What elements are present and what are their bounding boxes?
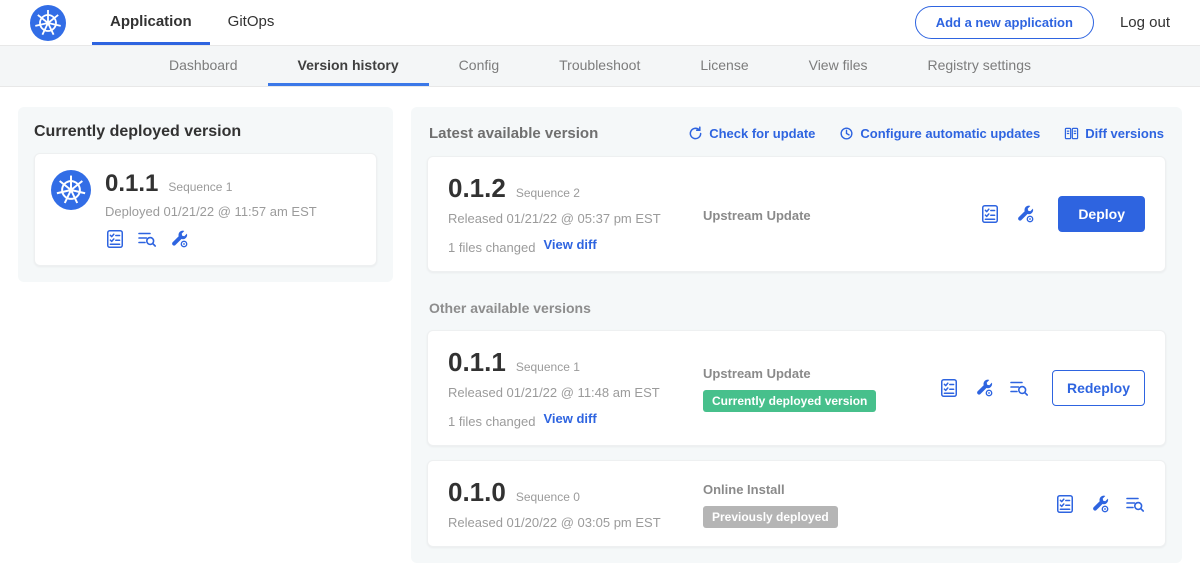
version-sequence: Sequence 2: [516, 186, 580, 200]
subnav-license[interactable]: License: [670, 46, 778, 86]
config-values-icon[interactable]: [1090, 494, 1110, 514]
version-sequence: Sequence 1: [516, 360, 580, 374]
top-nav: Application GitOps: [92, 0, 292, 45]
currently-deployed-badge: Currently deployed version: [703, 390, 876, 412]
view-diff-link[interactable]: View diff: [543, 411, 596, 426]
deployed-version-number: 0.1.1: [105, 170, 158, 198]
version-number: 0.1.1: [448, 347, 506, 378]
tab-gitops-label: GitOps: [228, 13, 275, 30]
version-card-0-1-1: 0.1.1 Sequence 1 Released 01/21/22 @ 11:…: [427, 330, 1166, 446]
diff-icon: [1064, 126, 1079, 141]
version-source: Online Install: [703, 482, 785, 497]
check-for-update-link[interactable]: Check for update: [688, 126, 815, 141]
config-values-icon[interactable]: [974, 378, 994, 398]
deployed-panel-title: Currently deployed version: [34, 123, 377, 141]
previously-deployed-badge: Previously deployed: [703, 506, 838, 528]
subnav-dashboard[interactable]: Dashboard: [139, 46, 268, 86]
version-released: Released 01/20/22 @ 03:05 pm EST: [448, 515, 703, 530]
tab-gitops[interactable]: GitOps: [210, 0, 293, 45]
view-diff-link[interactable]: View diff: [543, 237, 596, 252]
configure-updates-label: Configure automatic updates: [860, 126, 1040, 141]
subnav-version-history[interactable]: Version history: [268, 46, 429, 86]
app-logo-icon: [51, 170, 91, 210]
version-number: 0.1.2: [448, 173, 506, 204]
redeploy-button[interactable]: Redeploy: [1052, 370, 1145, 406]
diff-versions-label: Diff versions: [1085, 126, 1164, 141]
subnav-config[interactable]: Config: [429, 46, 529, 86]
tab-application[interactable]: Application: [92, 0, 210, 45]
logout-link[interactable]: Log out: [1120, 14, 1170, 31]
release-notes-icon[interactable]: [980, 204, 1000, 224]
main-content: Currently deployed version: [0, 87, 1200, 583]
top-header: Application GitOps Add a new application…: [0, 0, 1200, 46]
release-notes-icon[interactable]: [1055, 494, 1075, 514]
add-application-button[interactable]: Add a new application: [915, 6, 1094, 39]
subnav-troubleshoot[interactable]: Troubleshoot: [529, 46, 670, 86]
tab-application-label: Application: [110, 13, 192, 30]
check-for-update-label: Check for update: [709, 126, 815, 141]
version-released: Released 01/21/22 @ 05:37 pm EST: [448, 211, 703, 226]
version-history-panel: Latest available version Check for updat…: [411, 107, 1182, 563]
version-released: Released 01/21/22 @ 11:48 am EST: [448, 385, 703, 400]
release-notes-icon[interactable]: [105, 229, 125, 249]
deployed-version-card: 0.1.1 Sequence 1 Deployed 01/21/22 @ 11:…: [34, 153, 377, 266]
deployed-sequence: Sequence 1: [168, 180, 232, 194]
latest-available-title: Latest available version: [429, 125, 598, 142]
deployed-timestamp: Deployed 01/21/22 @ 11:57 am EST: [105, 204, 317, 219]
other-versions-title: Other available versions: [427, 300, 1166, 316]
app-subnav: Dashboard Version history Config Trouble…: [0, 46, 1200, 87]
configure-updates-link[interactable]: Configure automatic updates: [839, 126, 1040, 141]
deploy-logs-icon[interactable]: [1009, 378, 1029, 398]
version-source: Upstream Update: [703, 366, 811, 381]
version-source: Upstream Update: [703, 208, 811, 223]
config-values-icon[interactable]: [1015, 204, 1035, 224]
subnav-registry-settings[interactable]: Registry settings: [898, 46, 1061, 86]
version-sequence: Sequence 0: [516, 490, 580, 504]
release-notes-icon[interactable]: [939, 378, 959, 398]
subnav-view-files[interactable]: View files: [779, 46, 898, 86]
files-changed: 1 files changed: [448, 414, 535, 429]
deploy-logs-icon[interactable]: [137, 229, 157, 249]
deploy-button[interactable]: Deploy: [1058, 196, 1145, 232]
version-card-0-1-0: 0.1.0 Sequence 0 Released 01/20/22 @ 03:…: [427, 460, 1166, 547]
refresh-icon: [688, 126, 703, 141]
auto-update-icon: [839, 126, 854, 141]
version-card-latest: 0.1.2 Sequence 2 Released 01/21/22 @ 05:…: [427, 156, 1166, 272]
diff-versions-link[interactable]: Diff versions: [1064, 126, 1164, 141]
kubernetes-logo-icon: [30, 5, 66, 41]
config-values-icon[interactable]: [169, 229, 189, 249]
currently-deployed-panel: Currently deployed version: [18, 107, 393, 282]
files-changed: 1 files changed: [448, 240, 535, 255]
deploy-logs-icon[interactable]: [1125, 494, 1145, 514]
version-number: 0.1.0: [448, 477, 506, 508]
